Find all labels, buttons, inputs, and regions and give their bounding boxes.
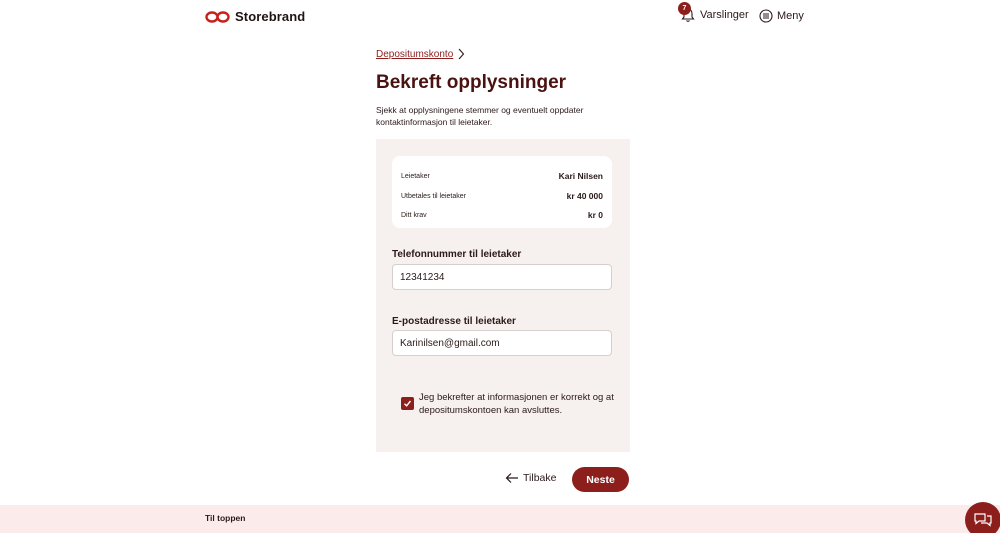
summary-label: Utbetales til leietaker: [401, 192, 466, 200]
confirm-checkbox-row[interactable]: Jeg bekrefter at informasjonen er korrek…: [401, 391, 616, 417]
notifications-label: Varslinger: [700, 9, 749, 21]
confirm-checkbox[interactable]: [401, 397, 414, 410]
to-top-link[interactable]: Til toppen: [205, 513, 245, 523]
summary-value: kr 40 000: [566, 191, 603, 201]
menu-label: Meny: [777, 10, 804, 22]
arrow-left-icon: [505, 473, 518, 483]
breadcrumb-link[interactable]: Depositumskonto: [376, 49, 453, 60]
footer-bar: Til toppen: [0, 505, 1000, 533]
summary-row: Ditt krav kr 0: [401, 210, 603, 220]
page-title: Bekreft opplysninger: [376, 72, 567, 93]
storebrand-logo[interactable]: Storebrand: [205, 9, 305, 24]
breadcrumb: Depositumskonto: [376, 48, 465, 60]
next-button[interactable]: Neste: [572, 467, 629, 492]
email-label: E-postadresse til leietaker: [392, 316, 516, 327]
email-input[interactable]: [392, 330, 612, 356]
chat-button[interactable]: [965, 502, 1000, 533]
confirm-text: Jeg bekrefter at informasjonen er korrek…: [419, 392, 614, 416]
back-button[interactable]: Tilbake: [505, 472, 556, 484]
back-label: Tilbake: [523, 472, 557, 484]
brand-name: Storebrand: [235, 9, 306, 24]
intro-text: Sjekk at opplysningene stemmer og eventu…: [376, 105, 584, 127]
notification-count-badge: 7: [678, 2, 691, 15]
summary-label: Ditt krav: [401, 211, 427, 219]
phone-input[interactable]: [392, 264, 612, 290]
checkmark-icon: [404, 400, 412, 407]
summary-value: kr 0: [587, 210, 603, 220]
summary-card: Leietaker Kari Nilsen Utbetales til leie…: [392, 156, 612, 228]
summary-row: Leietaker Kari Nilsen: [401, 171, 603, 181]
chat-icon: [974, 513, 992, 527]
summary-row: Utbetales til leietaker kr 40 000: [401, 191, 603, 201]
notifications-button[interactable]: 7 Varslinger: [678, 2, 749, 23]
site-header: Storebrand 7 Varslinger Meny: [0, 0, 1000, 34]
menu-icon: [759, 9, 773, 23]
chevron-right-icon: [458, 48, 465, 60]
summary-value: Kari Nilsen: [558, 171, 603, 181]
menu-button[interactable]: Meny: [759, 9, 804, 23]
phone-label: Telefonnummer til leietaker: [392, 249, 522, 260]
logo-mark-icon: [205, 10, 230, 23]
summary-label: Leietaker: [401, 172, 430, 180]
confirm-panel: Leietaker Kari Nilsen Utbetales til leie…: [376, 139, 630, 452]
